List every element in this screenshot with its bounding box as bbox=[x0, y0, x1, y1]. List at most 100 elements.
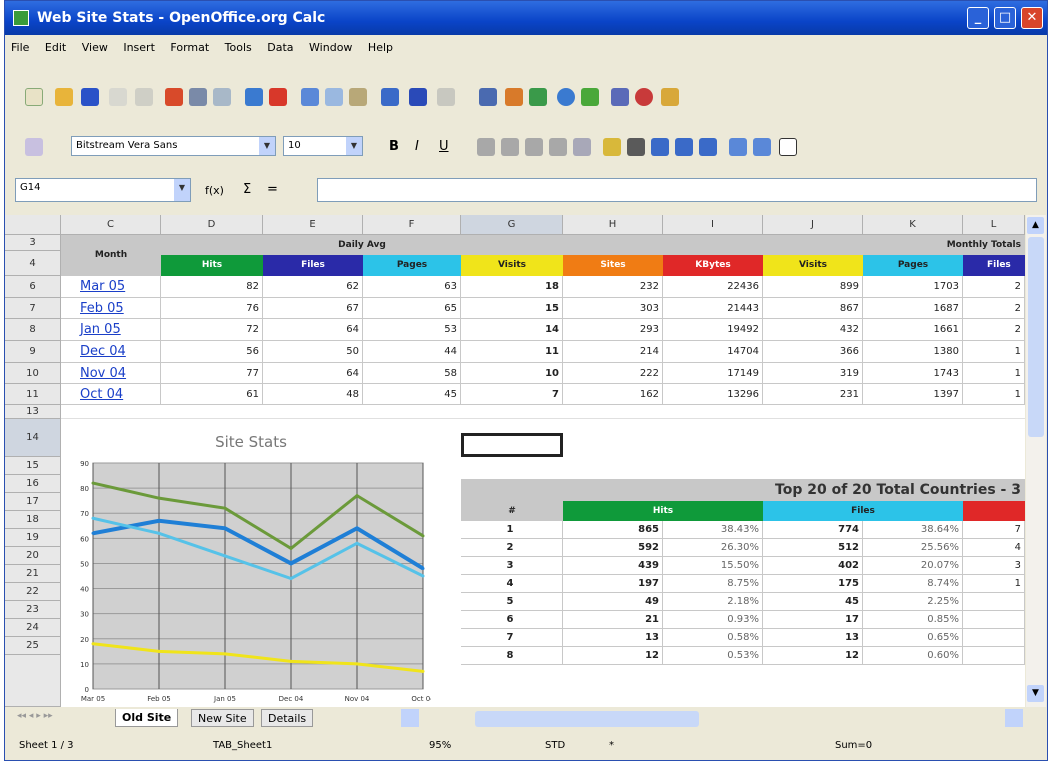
spreadsheet-grid[interactable]: C D E F G H I J K L 3 4 6 7 8 9 10 11 13… bbox=[5, 215, 1025, 707]
table-cell[interactable]: 1380 bbox=[863, 341, 963, 363]
row-header[interactable]: 17 bbox=[5, 493, 61, 511]
sheet-indicator[interactable]: Sheet 1 / 3 bbox=[19, 740, 74, 751]
maximize-button[interactable]: □ bbox=[994, 7, 1016, 29]
hyperlink-icon[interactable] bbox=[479, 88, 497, 106]
table-cell[interactable]: 67 bbox=[263, 298, 363, 319]
country-files-header[interactable]: Files bbox=[763, 501, 963, 521]
country-table-cell[interactable]: 26.30% bbox=[663, 539, 763, 557]
add-decimal-icon[interactable] bbox=[675, 138, 693, 156]
country-table-cell[interactable]: 21 bbox=[563, 611, 663, 629]
chevron-down-icon[interactable]: ▼ bbox=[346, 137, 362, 155]
country-table-cell[interactable]: 439 bbox=[563, 557, 663, 575]
country-table-cell[interactable]: 8 bbox=[461, 647, 563, 665]
files-header[interactable]: Files bbox=[263, 255, 363, 276]
row-header[interactable]: 4 bbox=[5, 251, 61, 276]
vertical-scrollbar[interactable]: ▲ ▼ bbox=[1026, 215, 1046, 707]
menu-tools[interactable]: Tools bbox=[219, 37, 258, 58]
undo-icon[interactable] bbox=[409, 88, 427, 106]
table-cell[interactable]: 162 bbox=[563, 384, 663, 405]
row-header[interactable]: 22 bbox=[5, 583, 61, 601]
table-cell[interactable]: 303 bbox=[563, 298, 663, 319]
country-table-cell[interactable]: 175 bbox=[763, 575, 863, 593]
menu-edit[interactable]: Edit bbox=[39, 37, 72, 58]
monthly-pages-header[interactable]: Pages bbox=[863, 255, 963, 276]
table-cell[interactable]: 10 bbox=[461, 363, 563, 384]
country-table-cell[interactable]: 0.60% bbox=[863, 647, 963, 665]
column-header[interactable]: F bbox=[363, 215, 461, 235]
table-cell[interactable]: 11 bbox=[461, 341, 563, 363]
scroll-right-icon[interactable] bbox=[1005, 709, 1023, 727]
paste-icon[interactable] bbox=[349, 88, 367, 106]
table-cell[interactable]: 1743 bbox=[863, 363, 963, 384]
month-link[interactable]: Nov 04 bbox=[61, 363, 161, 384]
country-table-cell[interactable]: 592 bbox=[563, 539, 663, 557]
monthly-totals-header[interactable]: Monthly Totals bbox=[563, 235, 1025, 255]
formula-input[interactable] bbox=[317, 178, 1037, 202]
country-table-cell[interactable] bbox=[963, 593, 1025, 611]
chevron-down-icon[interactable]: ▼ bbox=[174, 179, 190, 201]
column-header[interactable]: C bbox=[61, 215, 161, 235]
country-table-cell[interactable]: 774 bbox=[763, 521, 863, 539]
country-table-cell[interactable]: 20.07% bbox=[863, 557, 963, 575]
function-wizard-icon[interactable]: f(x) bbox=[205, 184, 224, 197]
align-left-icon[interactable] bbox=[477, 138, 495, 156]
table-cell[interactable]: 231 bbox=[763, 384, 863, 405]
clone-formatting-icon[interactable] bbox=[381, 88, 399, 106]
column-header[interactable]: H bbox=[563, 215, 663, 235]
row-header[interactable]: 14 bbox=[5, 419, 61, 457]
table-cell[interactable]: 63 bbox=[363, 276, 461, 298]
table-cell[interactable]: 14704 bbox=[663, 341, 763, 363]
print-icon[interactable] bbox=[189, 88, 207, 106]
row-header[interactable]: 20 bbox=[5, 547, 61, 565]
country-table-cell[interactable]: 5 bbox=[461, 593, 563, 611]
menu-data[interactable]: Data bbox=[261, 37, 299, 58]
country-table-cell[interactable]: 49 bbox=[563, 593, 663, 611]
active-cell-cursor[interactable] bbox=[461, 433, 563, 457]
font-size-combo[interactable]: 10 ▼ bbox=[283, 136, 363, 156]
chevron-down-icon[interactable]: ▼ bbox=[259, 137, 275, 155]
country-table-cell[interactable]: 865 bbox=[563, 521, 663, 539]
country-table-cell[interactable]: 2.18% bbox=[663, 593, 763, 611]
table-cell[interactable]: 65 bbox=[363, 298, 461, 319]
country-table-cell[interactable]: 17 bbox=[763, 611, 863, 629]
row-header[interactable]: 13 bbox=[5, 405, 61, 419]
table-cell[interactable]: 432 bbox=[763, 319, 863, 341]
country-table-cell[interactable]: 402 bbox=[763, 557, 863, 575]
table-cell[interactable]: 1397 bbox=[863, 384, 963, 405]
country-table-cell[interactable]: 4 bbox=[461, 575, 563, 593]
column-header[interactable]: D bbox=[161, 215, 263, 235]
country-table-cell[interactable]: 197 bbox=[563, 575, 663, 593]
country-table-cell[interactable]: 7 bbox=[963, 521, 1025, 539]
print-preview-icon[interactable] bbox=[213, 88, 231, 106]
table-cell[interactable]: 1 bbox=[963, 384, 1025, 405]
country-table-cell[interactable]: 13 bbox=[563, 629, 663, 647]
new-document-icon[interactable] bbox=[25, 88, 43, 106]
open-folder-icon[interactable] bbox=[55, 88, 73, 106]
function-equals-icon[interactable]: = bbox=[267, 182, 278, 197]
country-table-cell[interactable]: 25.56% bbox=[863, 539, 963, 557]
tab-nav-arrows-icon[interactable]: ◂◂ ◂ ▸ ▸▸ bbox=[17, 711, 53, 721]
bold-button[interactable]: B bbox=[389, 139, 399, 154]
table-cell[interactable]: 22436 bbox=[663, 276, 763, 298]
menu-view[interactable]: View bbox=[76, 37, 114, 58]
table-cell[interactable]: 64 bbox=[263, 319, 363, 341]
table-cell[interactable]: 13296 bbox=[663, 384, 763, 405]
title-bar[interactable]: Web Site Stats - OpenOffice.org Calc _ □… bbox=[5, 1, 1047, 35]
row-header[interactable]: 11 bbox=[5, 384, 61, 405]
month-link[interactable]: Feb 05 bbox=[61, 298, 161, 319]
column-header[interactable]: I bbox=[663, 215, 763, 235]
close-button[interactable]: ✕ bbox=[1021, 7, 1043, 29]
borders-icon[interactable] bbox=[779, 138, 797, 156]
table-cell[interactable]: 18 bbox=[461, 276, 563, 298]
sum-display[interactable]: Sum=0 bbox=[835, 740, 872, 751]
month-link[interactable]: Oct 04 bbox=[61, 384, 161, 405]
horizontal-scroll-thumb[interactable] bbox=[475, 711, 699, 727]
percent-format-icon[interactable] bbox=[627, 138, 645, 156]
table-cell[interactable]: 19492 bbox=[663, 319, 763, 341]
table-cell[interactable]: 867 bbox=[763, 298, 863, 319]
country-next-header[interactable] bbox=[963, 501, 1025, 521]
save-icon[interactable] bbox=[81, 88, 99, 106]
increase-indent-icon[interactable] bbox=[753, 138, 771, 156]
country-table-cell[interactable]: 38.64% bbox=[863, 521, 963, 539]
country-table-cell[interactable]: 12 bbox=[563, 647, 663, 665]
